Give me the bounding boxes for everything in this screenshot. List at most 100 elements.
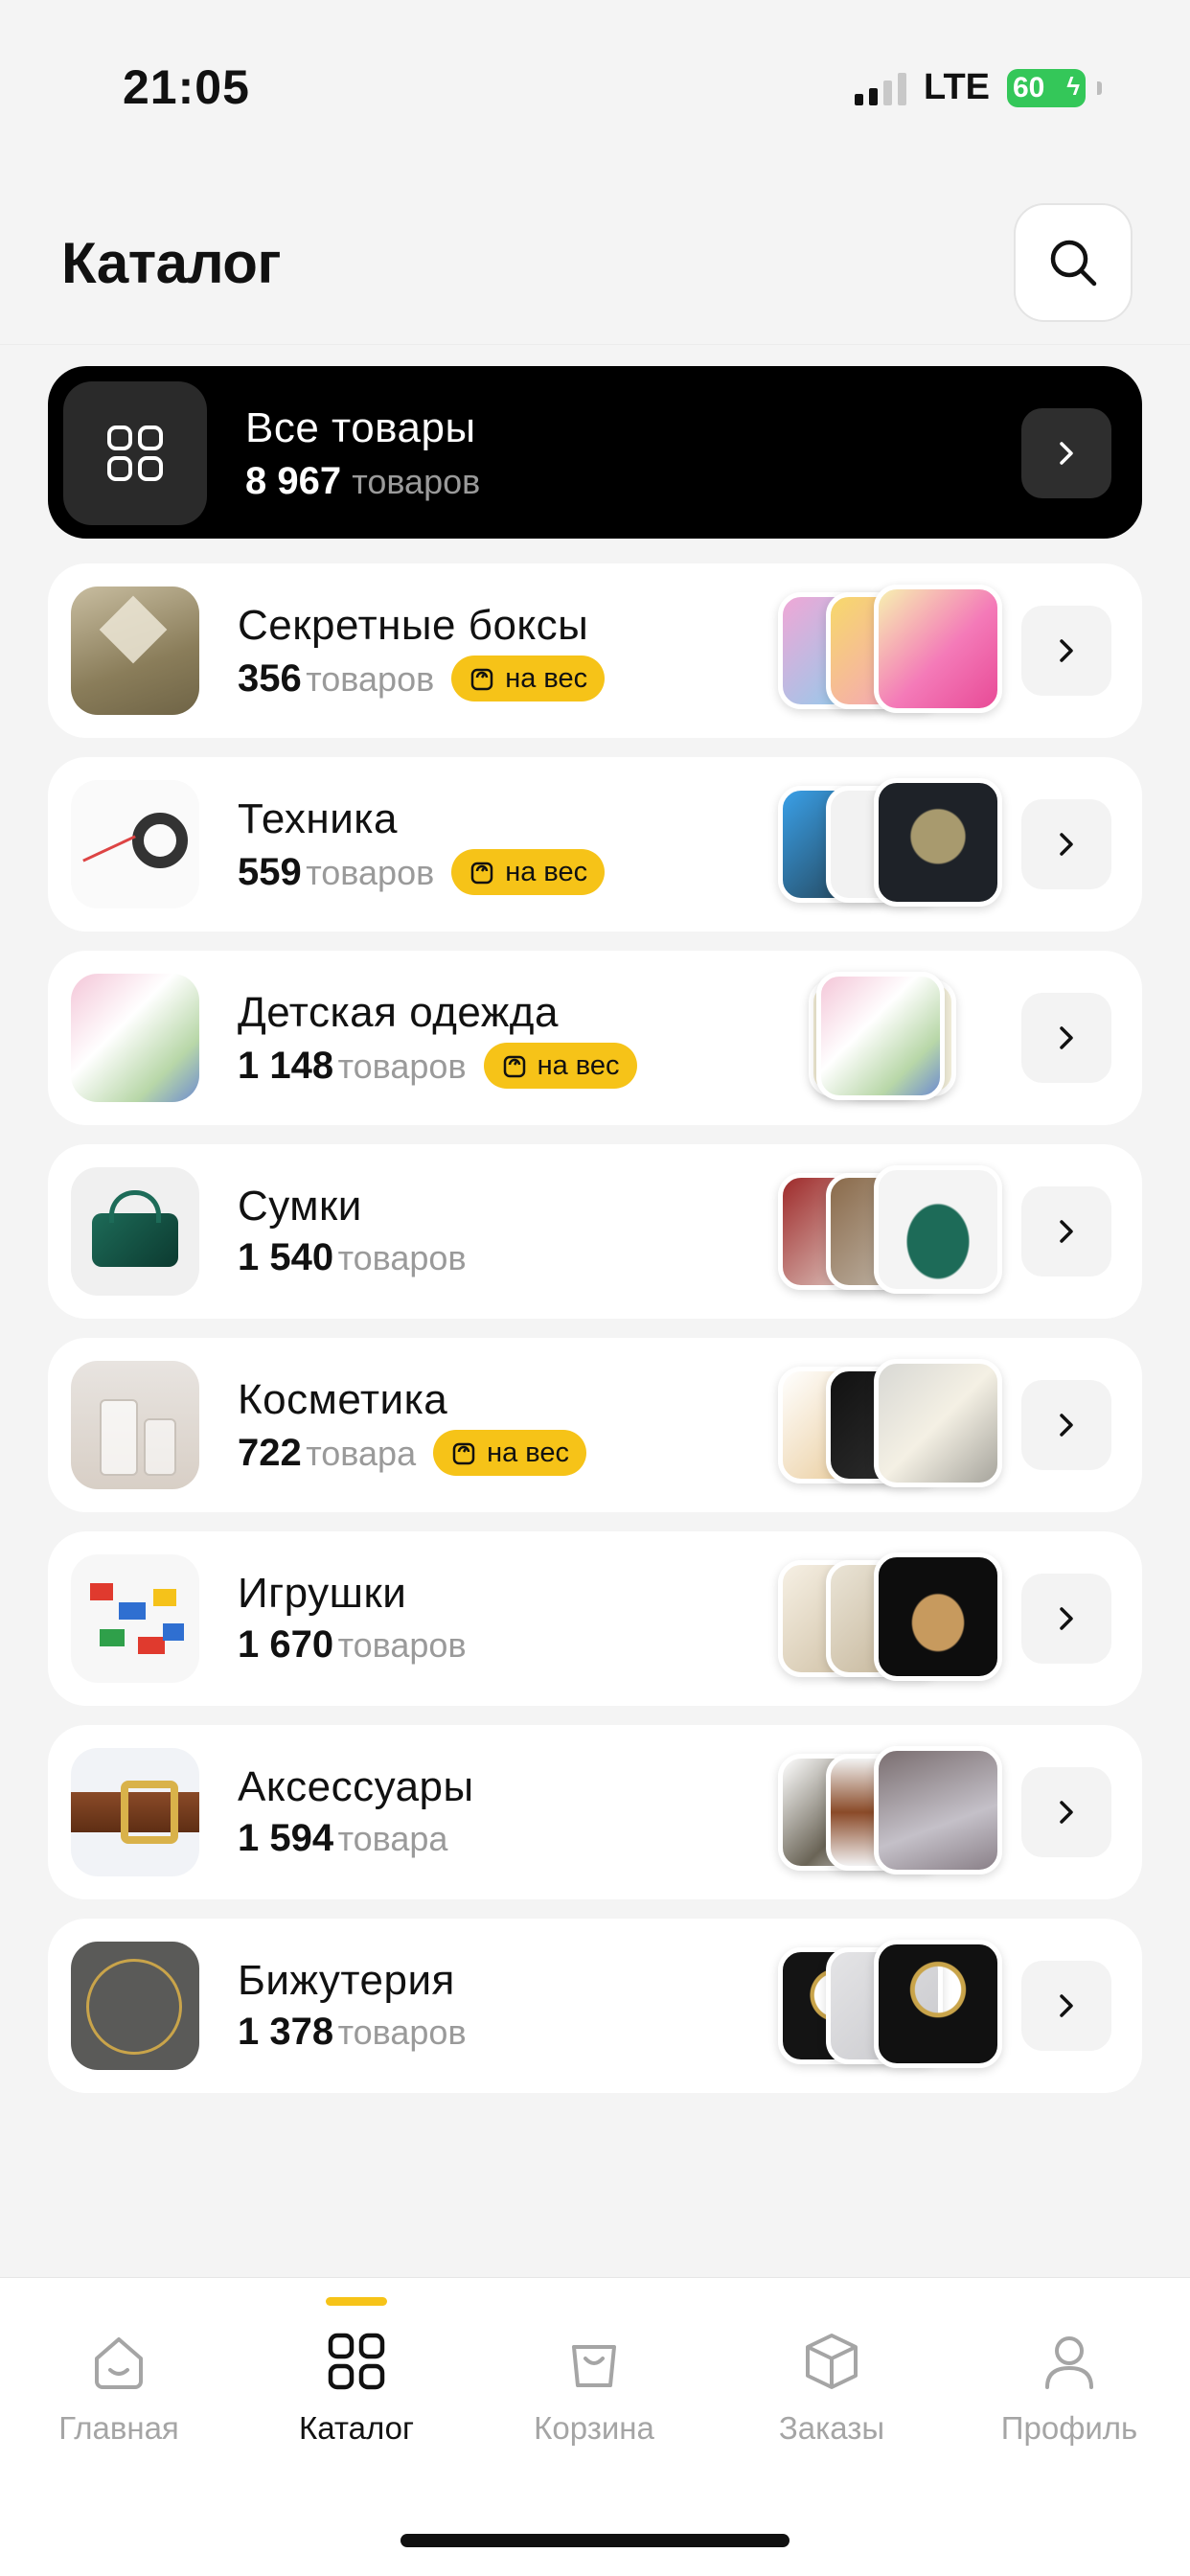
- category-meta: 1 378 товаров: [238, 2011, 467, 2054]
- nav-item-orders[interactable]: Заказы: [713, 2278, 950, 2489]
- category-unit: товаров: [337, 1625, 467, 1665]
- weight-badge: на вес: [483, 1043, 637, 1089]
- category-meta: 1 540 товаров: [238, 1236, 467, 1279]
- category-count: 1 594: [238, 1817, 334, 1859]
- category-previews: [778, 774, 1002, 914]
- nav-item-cart[interactable]: Корзина: [475, 2278, 713, 2489]
- weight-badge: на вес: [451, 849, 606, 895]
- preview-image: [874, 1940, 1002, 2068]
- category-arrow-button[interactable]: [1021, 799, 1111, 889]
- category-count: 1 670: [238, 1623, 334, 1666]
- chevron-right-icon: [1060, 1607, 1073, 1630]
- nav-label-home: Главная: [58, 2410, 179, 2446]
- category-thumbnail: [71, 1554, 199, 1683]
- chevron-right-icon: [1060, 639, 1073, 662]
- nav-label-profile: Профиль: [1000, 2410, 1138, 2446]
- scale-icon: [470, 862, 493, 885]
- network-type: LTE: [924, 67, 990, 107]
- scale-icon: [470, 668, 493, 691]
- category-previews: [778, 1936, 1002, 2076]
- scale-icon: [503, 1055, 525, 1078]
- category-previews: [778, 1742, 1002, 1882]
- weight-badge-label: на вес: [505, 856, 588, 887]
- category-card-kids-clothes[interactable]: Детская одежда 1 148 товаров на вес: [48, 951, 1142, 1125]
- category-meta: 1 670 товаров: [238, 1623, 467, 1667]
- category-count: 1 148: [238, 1044, 334, 1087]
- weight-badge: на вес: [451, 656, 606, 702]
- category-unit: товаров: [337, 1238, 467, 1277]
- battery-tip: [1097, 80, 1102, 95]
- category-unit: товаров: [337, 1046, 467, 1086]
- all-goods-title: Все товары: [245, 404, 476, 451]
- chevron-right-icon: [1060, 1026, 1073, 1049]
- category-previews: [778, 1355, 1002, 1495]
- nav-item-home[interactable]: Главная: [0, 2278, 238, 2489]
- preview-image: [874, 1359, 1002, 1487]
- category-arrow-button[interactable]: [1021, 1767, 1111, 1857]
- chevron-right-icon: [1060, 1220, 1073, 1243]
- category-arrow-button[interactable]: [1021, 606, 1111, 696]
- category-card-secret-boxes[interactable]: Секретные боксы 356 товаров на вес: [48, 564, 1142, 738]
- charging-icon: ϟ: [1066, 71, 1080, 101]
- preview-image: [874, 1552, 1002, 1681]
- category-count: 559: [238, 850, 302, 893]
- chevron-right-icon: [1060, 1994, 1073, 2017]
- chevron-right-icon: [1060, 442, 1073, 465]
- bag-icon: [572, 2345, 616, 2387]
- category-name: Техника: [238, 795, 398, 842]
- nav-item-profile[interactable]: Профиль: [950, 2278, 1188, 2489]
- chevron-right-icon: [1060, 833, 1073, 856]
- category-thumbnail: [71, 974, 199, 1102]
- category-arrow-button[interactable]: [1021, 1380, 1111, 1470]
- page-title: Каталог: [61, 231, 281, 295]
- all-goods-number: 8 967: [245, 460, 342, 502]
- category-thumbnail: [71, 1361, 199, 1489]
- scale-icon: [452, 1442, 475, 1465]
- category-count: 356: [238, 656, 302, 700]
- battery-level: 60: [1013, 71, 1045, 104]
- category-card-toys[interactable]: Игрушки 1 670 товаров: [48, 1531, 1142, 1706]
- category-meta: 1 148 товаров на вес: [238, 1043, 637, 1089]
- category-previews: [778, 1549, 1002, 1689]
- category-unit: товаров: [306, 658, 435, 699]
- category-unit: товаров: [306, 852, 435, 892]
- header: Каталог: [0, 144, 1190, 345]
- category-name: Детская одежда: [238, 989, 559, 1036]
- nav-item-catalog[interactable]: Каталог: [238, 2278, 475, 2489]
- category-name: Секретные боксы: [238, 602, 589, 649]
- category-unit: товаров: [337, 2012, 467, 2052]
- category-thumbnail: [71, 1942, 199, 2070]
- category-thumbnail: [71, 1167, 199, 1296]
- preview-image: [816, 972, 945, 1100]
- signal-icon: [855, 71, 907, 105]
- category-name: Сумки: [238, 1183, 362, 1230]
- search-button[interactable]: [1014, 203, 1133, 322]
- category-previews: [778, 968, 998, 1108]
- category-card-bags[interactable]: Сумки 1 540 товаров: [48, 1144, 1142, 1319]
- category-thumbnail: [71, 1748, 199, 1876]
- all-goods-arrow-button[interactable]: [1021, 408, 1111, 498]
- category-unit: товара: [337, 1819, 448, 1858]
- all-goods-card[interactable]: Все товары 8 967 товаров: [48, 366, 1142, 539]
- category-previews: [778, 581, 1002, 721]
- status-bar: 21:05 LTE 60 ϟ: [0, 0, 1190, 144]
- category-meta: 722 товара на вес: [238, 1430, 587, 1476]
- category-arrow-button[interactable]: [1021, 993, 1111, 1083]
- all-goods-count: 8 967 товаров: [245, 460, 480, 503]
- category-arrow-button[interactable]: [1021, 1961, 1111, 2051]
- category-card-electronics[interactable]: Техника 559 товаров на вес: [48, 757, 1142, 932]
- nav-label-catalog: Каталог: [299, 2410, 414, 2446]
- category-card-cosmetics[interactable]: Косметика 722 товара на вес: [48, 1338, 1142, 1512]
- category-arrow-button[interactable]: [1021, 1574, 1111, 1664]
- category-unit: товара: [306, 1433, 417, 1473]
- category-arrow-button[interactable]: [1021, 1186, 1111, 1276]
- category-meta: 559 товаров на вес: [238, 849, 606, 895]
- category-card-jewelry[interactable]: Бижутерия 1 378 товаров: [48, 1919, 1142, 2093]
- status-time: 21:05: [123, 60, 250, 114]
- category-meta: 356 товаров на вес: [238, 656, 606, 702]
- box-icon: [806, 2334, 858, 2389]
- all-goods-unit: товаров: [352, 462, 481, 501]
- category-thumbnail: [71, 586, 199, 715]
- category-card-accessories[interactable]: Аксессуары 1 594 товара: [48, 1725, 1142, 1899]
- category-previews: [778, 1162, 1002, 1301]
